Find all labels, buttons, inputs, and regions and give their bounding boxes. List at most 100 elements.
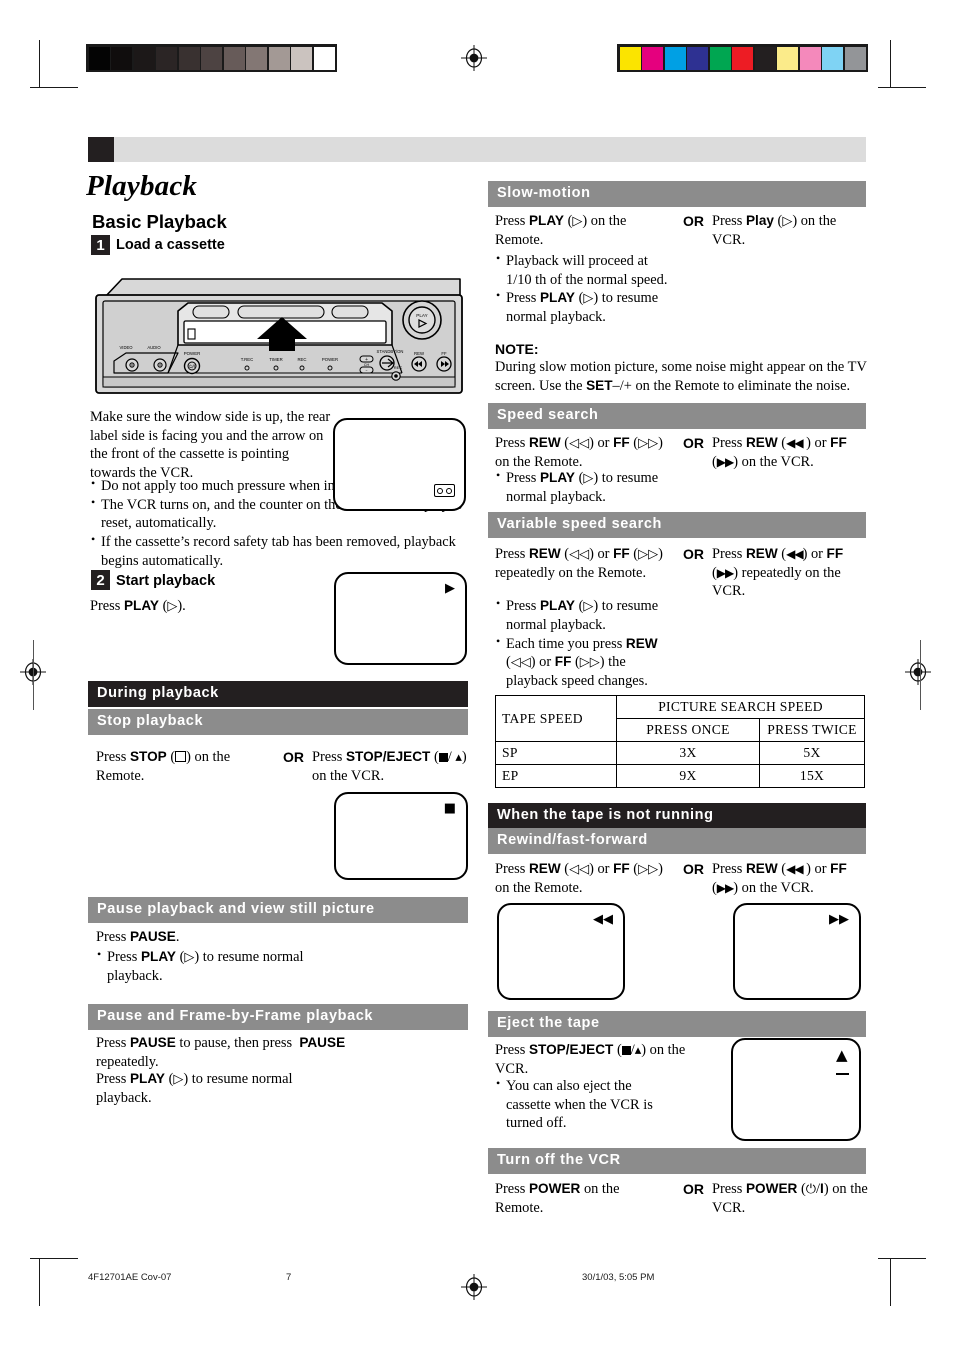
load-cassette-note: Make sure the window side is up, the rea…: [90, 409, 331, 482]
pause-instruction: Press PAUSE.: [96, 929, 180, 945]
svg-text:TIMER: TIMER: [269, 357, 282, 362]
stop-playback-or-label: OR: [283, 749, 304, 765]
grayscale-swatch-7: [246, 46, 267, 70]
section-header-speed-search: Speed search: [488, 403, 866, 429]
table-cell-speed: SP: [495, 741, 617, 765]
speed-search-bullets: Press PLAY (▷) to resume normal playback…: [495, 468, 675, 507]
power-symbol-icon: ⏻: [805, 1182, 817, 1197]
trim-line-right: [920, 640, 921, 710]
color-calibration-bar: [617, 44, 868, 72]
table-header-press-twice: PRESS TWICE: [759, 718, 865, 742]
table-cell-twice: 5X: [759, 741, 865, 765]
section-header-rewind-fast-forward: Rewind/fast-forward: [488, 828, 866, 854]
section-title-basic-playback: Basic Playback: [92, 211, 227, 232]
stop-square-filled-icon: [621, 1046, 631, 1055]
grayscale-swatch-8: [268, 46, 290, 70]
stop-square-filled-icon: [438, 753, 448, 762]
grayscale-swatch-9: [291, 46, 312, 70]
section-header-during-playback: During playback: [88, 681, 468, 707]
crop-mark-top-left-h: [30, 87, 78, 88]
variable-speed-or-label: OR: [683, 546, 704, 562]
power-remote-text: Press POWER on the Remote.: [495, 1181, 620, 1216]
eject-instruction: Press STOP/EJECT (/▴) on the VCR.: [495, 1042, 686, 1077]
crop-mark-top-right-v: [890, 40, 891, 88]
step-2-label: Start playback: [116, 573, 216, 589]
power-or-label: OR: [683, 1181, 704, 1197]
svg-text:–: –: [366, 368, 368, 373]
list-item: You can also eject the cassette when the…: [495, 1076, 675, 1133]
registration-mark-top: [461, 45, 487, 71]
registration-mark-bottom: [461, 1274, 487, 1300]
tv-screen-eject: ▲: [731, 1038, 861, 1141]
speed-search-vcr-text: Press REW (◀◀ ) or FF (▶▶) on the VCR.: [712, 435, 847, 470]
color-swatch-6: [754, 46, 776, 70]
pause-bullets: Press PLAY (▷) to resume normal playback…: [96, 947, 336, 986]
frame-by-frame-instruction-2: Press PLAY (▷) to resume normal playback…: [96, 1071, 293, 1106]
grayscale-swatch-5: [201, 46, 222, 70]
table-header-picture-search: PICTURE SEARCH SPEED: [616, 695, 865, 719]
cassette-icon: [434, 484, 455, 497]
color-swatch-9: [822, 46, 843, 70]
section-header-stop-playback: Stop playback: [88, 709, 468, 735]
stop-playback-remote-text: Press STOP () on the Remote.: [96, 749, 231, 784]
list-item: Each time you press REW (◁◁) or FF (▷▷) …: [495, 634, 675, 691]
svg-text:PLAY: PLAY: [416, 313, 427, 318]
grayscale-swatch-6: [223, 46, 245, 70]
section-header-frame-by-frame: Pause and Frame-by-Frame playback: [88, 1004, 468, 1030]
color-swatch-2: [664, 46, 686, 70]
svg-text:VIDEO: VIDEO: [119, 345, 133, 350]
svg-text:POWER: POWER: [184, 351, 201, 356]
section-header-pause-still-picture: Pause playback and view still picture: [88, 897, 468, 923]
slow-motion-note-body: During slow motion picture, some noise m…: [495, 359, 867, 394]
color-swatch-3: [687, 46, 708, 70]
frame-by-frame-instruction-1: Press PAUSE to pause, then press PAUSE r…: [96, 1035, 346, 1070]
section-header-turn-off-vcr: Turn off the VCR: [488, 1148, 866, 1174]
grayscale-swatch-10: [313, 46, 335, 70]
list-item: Press PLAY (▷) to resume normal playback…: [495, 468, 675, 507]
grayscale-swatch-0: [88, 46, 110, 70]
svg-text:REC: REC: [394, 365, 403, 370]
registration-mark-right: [905, 659, 931, 685]
list-item: Press PLAY (▷) to resume normal playback…: [495, 596, 675, 635]
page-header-band: [88, 137, 866, 162]
crop-mark-top-right-h: [878, 87, 926, 88]
color-swatch-4: [709, 46, 731, 70]
svg-text:REW: REW: [414, 351, 425, 356]
variable-speed-remote-text: Press REW (◁◁) or FF (▷▷) repeatedly on …: [495, 546, 663, 581]
grayscale-swatch-3: [156, 46, 177, 70]
table-row: SP 3X 5X: [495, 741, 865, 765]
rewind-indicator-icon: ◀◀: [593, 912, 613, 927]
color-swatch-1: [642, 46, 663, 70]
crop-mark-bottom-right-h: [878, 1258, 926, 1259]
play-indicator-icon: ▶: [445, 581, 455, 596]
color-swatch-10: [844, 46, 866, 70]
grayscale-swatch-4: [178, 46, 200, 70]
fast-forward-indicator-icon: ▶▶: [829, 912, 849, 927]
svg-text:CH: CH: [364, 363, 370, 367]
crop-mark-bottom-left-v: [39, 1258, 40, 1306]
page-header-marker: [88, 137, 114, 162]
rewind-remote-text: Press REW (◁◁) or FF (▷▷) on the Remote.: [495, 861, 663, 896]
slow-motion-remote-text: Press PLAY (▷) on the Remote.: [495, 213, 627, 248]
variable-speed-bullets: Press PLAY (▷) to resume normal playback…: [495, 596, 675, 691]
crop-mark-bottom-right-v: [890, 1258, 891, 1306]
tv-screen-cassette-loaded: [333, 418, 466, 511]
rewind-vcr-text: Press REW (◀◀ ) or FF (▶▶) on the VCR.: [712, 861, 847, 896]
slow-motion-vcr-text: Press Play (▷) on the VCR.: [712, 213, 837, 248]
svg-text:AUDIO: AUDIO: [147, 345, 161, 350]
slow-motion-note-title: NOTE:: [495, 341, 539, 357]
step-1-label: Load a cassette: [116, 237, 225, 253]
grayscale-swatch-2: [133, 46, 155, 70]
table-cell-speed: EP: [495, 764, 617, 788]
table-row: TAPE SPEED PICTURE SEARCH SPEED: [495, 695, 865, 742]
table-cell-once: 3X: [616, 741, 760, 765]
stop-playback-vcr-text: Press STOP/EJECT (/ ▴) on the VCR.: [312, 749, 467, 784]
svg-text:REC: REC: [297, 357, 306, 362]
list-item: If the cassette’s record safety tab has …: [90, 532, 470, 570]
footer-timestamp: 30/1/03, 5:05 PM: [582, 1272, 655, 1283]
grayscale-calibration-bar: [86, 44, 337, 72]
speed-search-remote-text: Press REW (◁◁) or FF (▷▷) on the Remote.: [495, 435, 663, 470]
rewind-or-label: OR: [683, 861, 704, 877]
eject-indicator-icon: ▲: [836, 1048, 849, 1078]
section-header-slow-motion: Slow-motion: [488, 181, 866, 207]
